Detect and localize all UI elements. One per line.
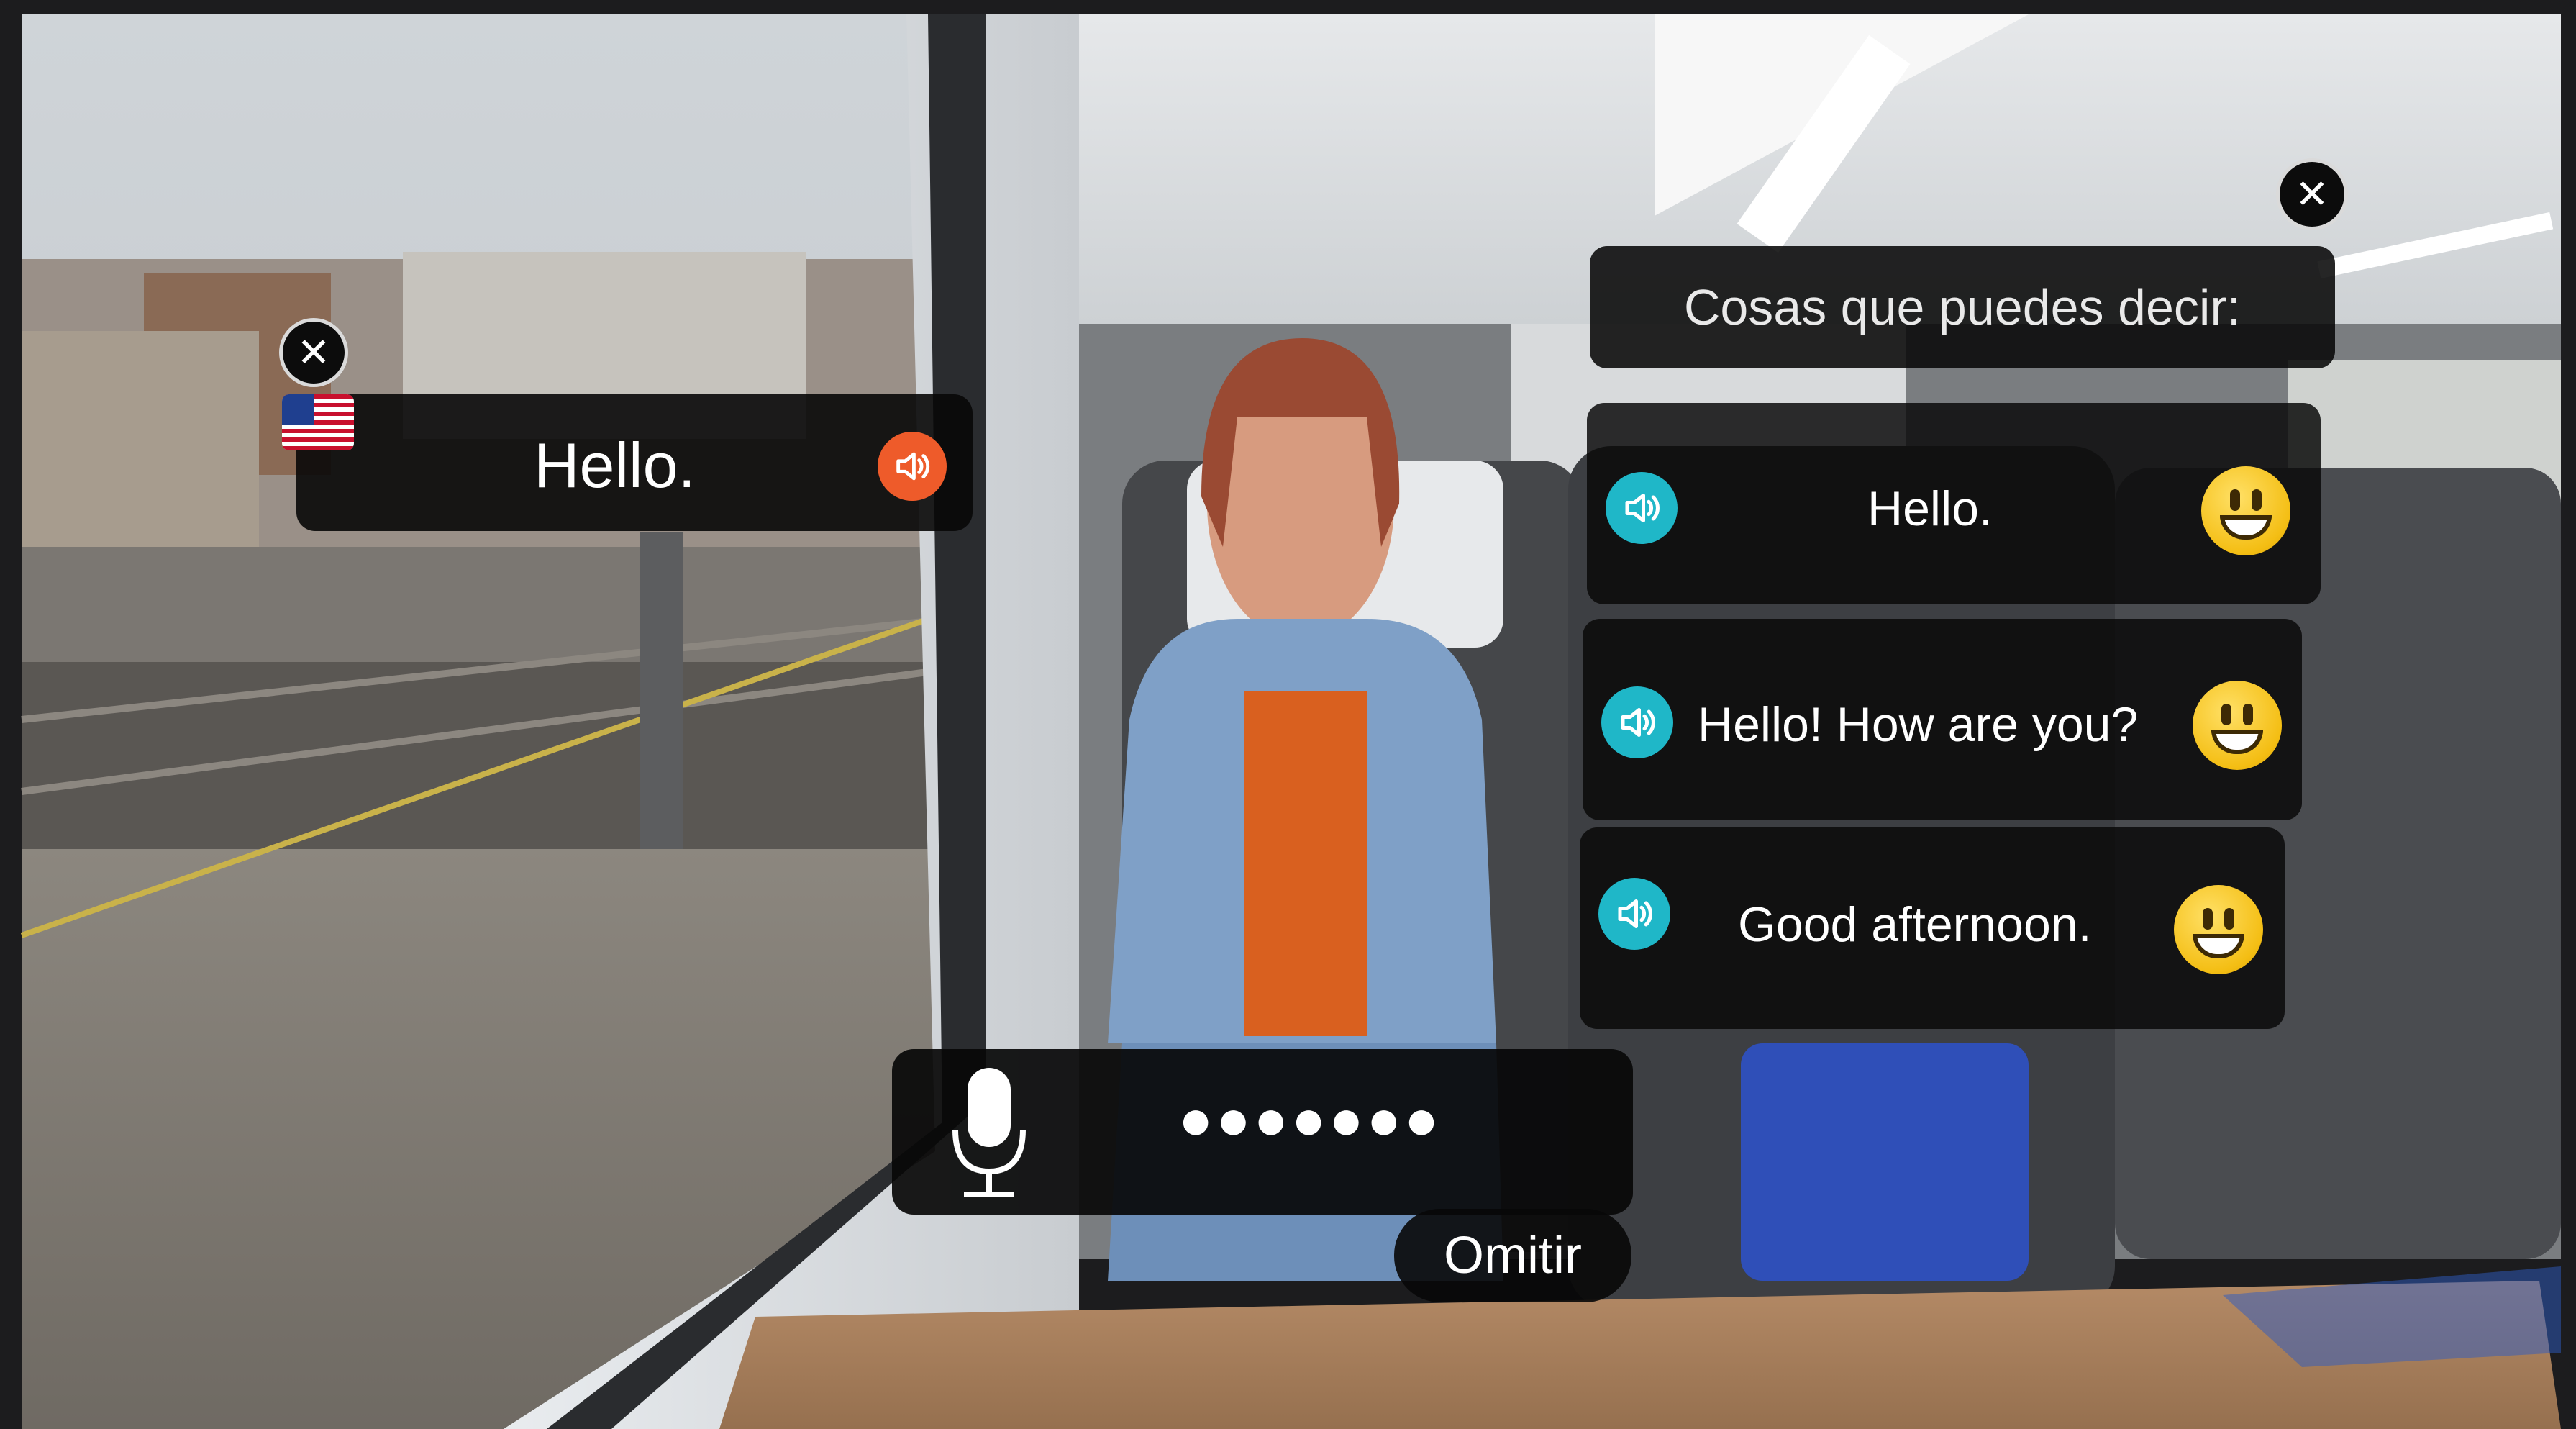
translation-text: Hello. <box>534 430 696 501</box>
play-suggestion-audio-button[interactable] <box>1598 878 1670 950</box>
skip-button[interactable]: Omitir <box>1394 1209 1631 1302</box>
suggestions-title: Cosas que puedes decir: <box>1683 279 2242 335</box>
suggestion-item[interactable]: Good afternoon. <box>1580 827 2285 1029</box>
suggestion-text: Hello. <box>1867 481 1993 536</box>
speaker-icon <box>1625 494 1660 522</box>
play-translation-audio-button[interactable] <box>878 432 947 501</box>
suggestion-text: Hello! How are you? <box>1698 697 2139 752</box>
speaker-icon <box>896 452 930 481</box>
microphone-icon <box>952 1068 1026 1197</box>
translation-card: Hello. <box>282 394 973 531</box>
masked-speech-text: ●●●●●●● <box>1178 1087 1442 1151</box>
close-icon: ✕ <box>2295 171 2329 217</box>
close-icon: ✕ <box>296 330 331 375</box>
microphone-button[interactable] <box>942 1063 1036 1200</box>
grinning-face-icon <box>2201 466 2290 555</box>
speaker-icon <box>1618 899 1652 928</box>
suggestion-item[interactable]: Hello. <box>1587 403 2321 604</box>
suggestions-header: Cosas que puedes decir: <box>1590 246 2335 368</box>
close-suggestions-button[interactable]: ✕ <box>2276 158 2348 230</box>
grinning-face-icon <box>2193 681 2282 770</box>
us-flag-icon <box>282 394 354 450</box>
grinning-face-icon <box>2174 885 2263 974</box>
skip-label: Omitir <box>1444 1227 1582 1284</box>
play-suggestion-audio-button[interactable] <box>1601 686 1673 758</box>
suggestion-text: Good afternoon. <box>1738 897 2092 952</box>
play-suggestion-audio-button[interactable] <box>1606 472 1678 544</box>
speaker-icon <box>1621 708 1655 737</box>
suggestion-item[interactable]: Hello! How are you? <box>1583 619 2302 820</box>
voice-input-panel: ●●●●●●● <box>892 1049 1633 1215</box>
close-translation-button[interactable]: ✕ <box>279 318 348 387</box>
